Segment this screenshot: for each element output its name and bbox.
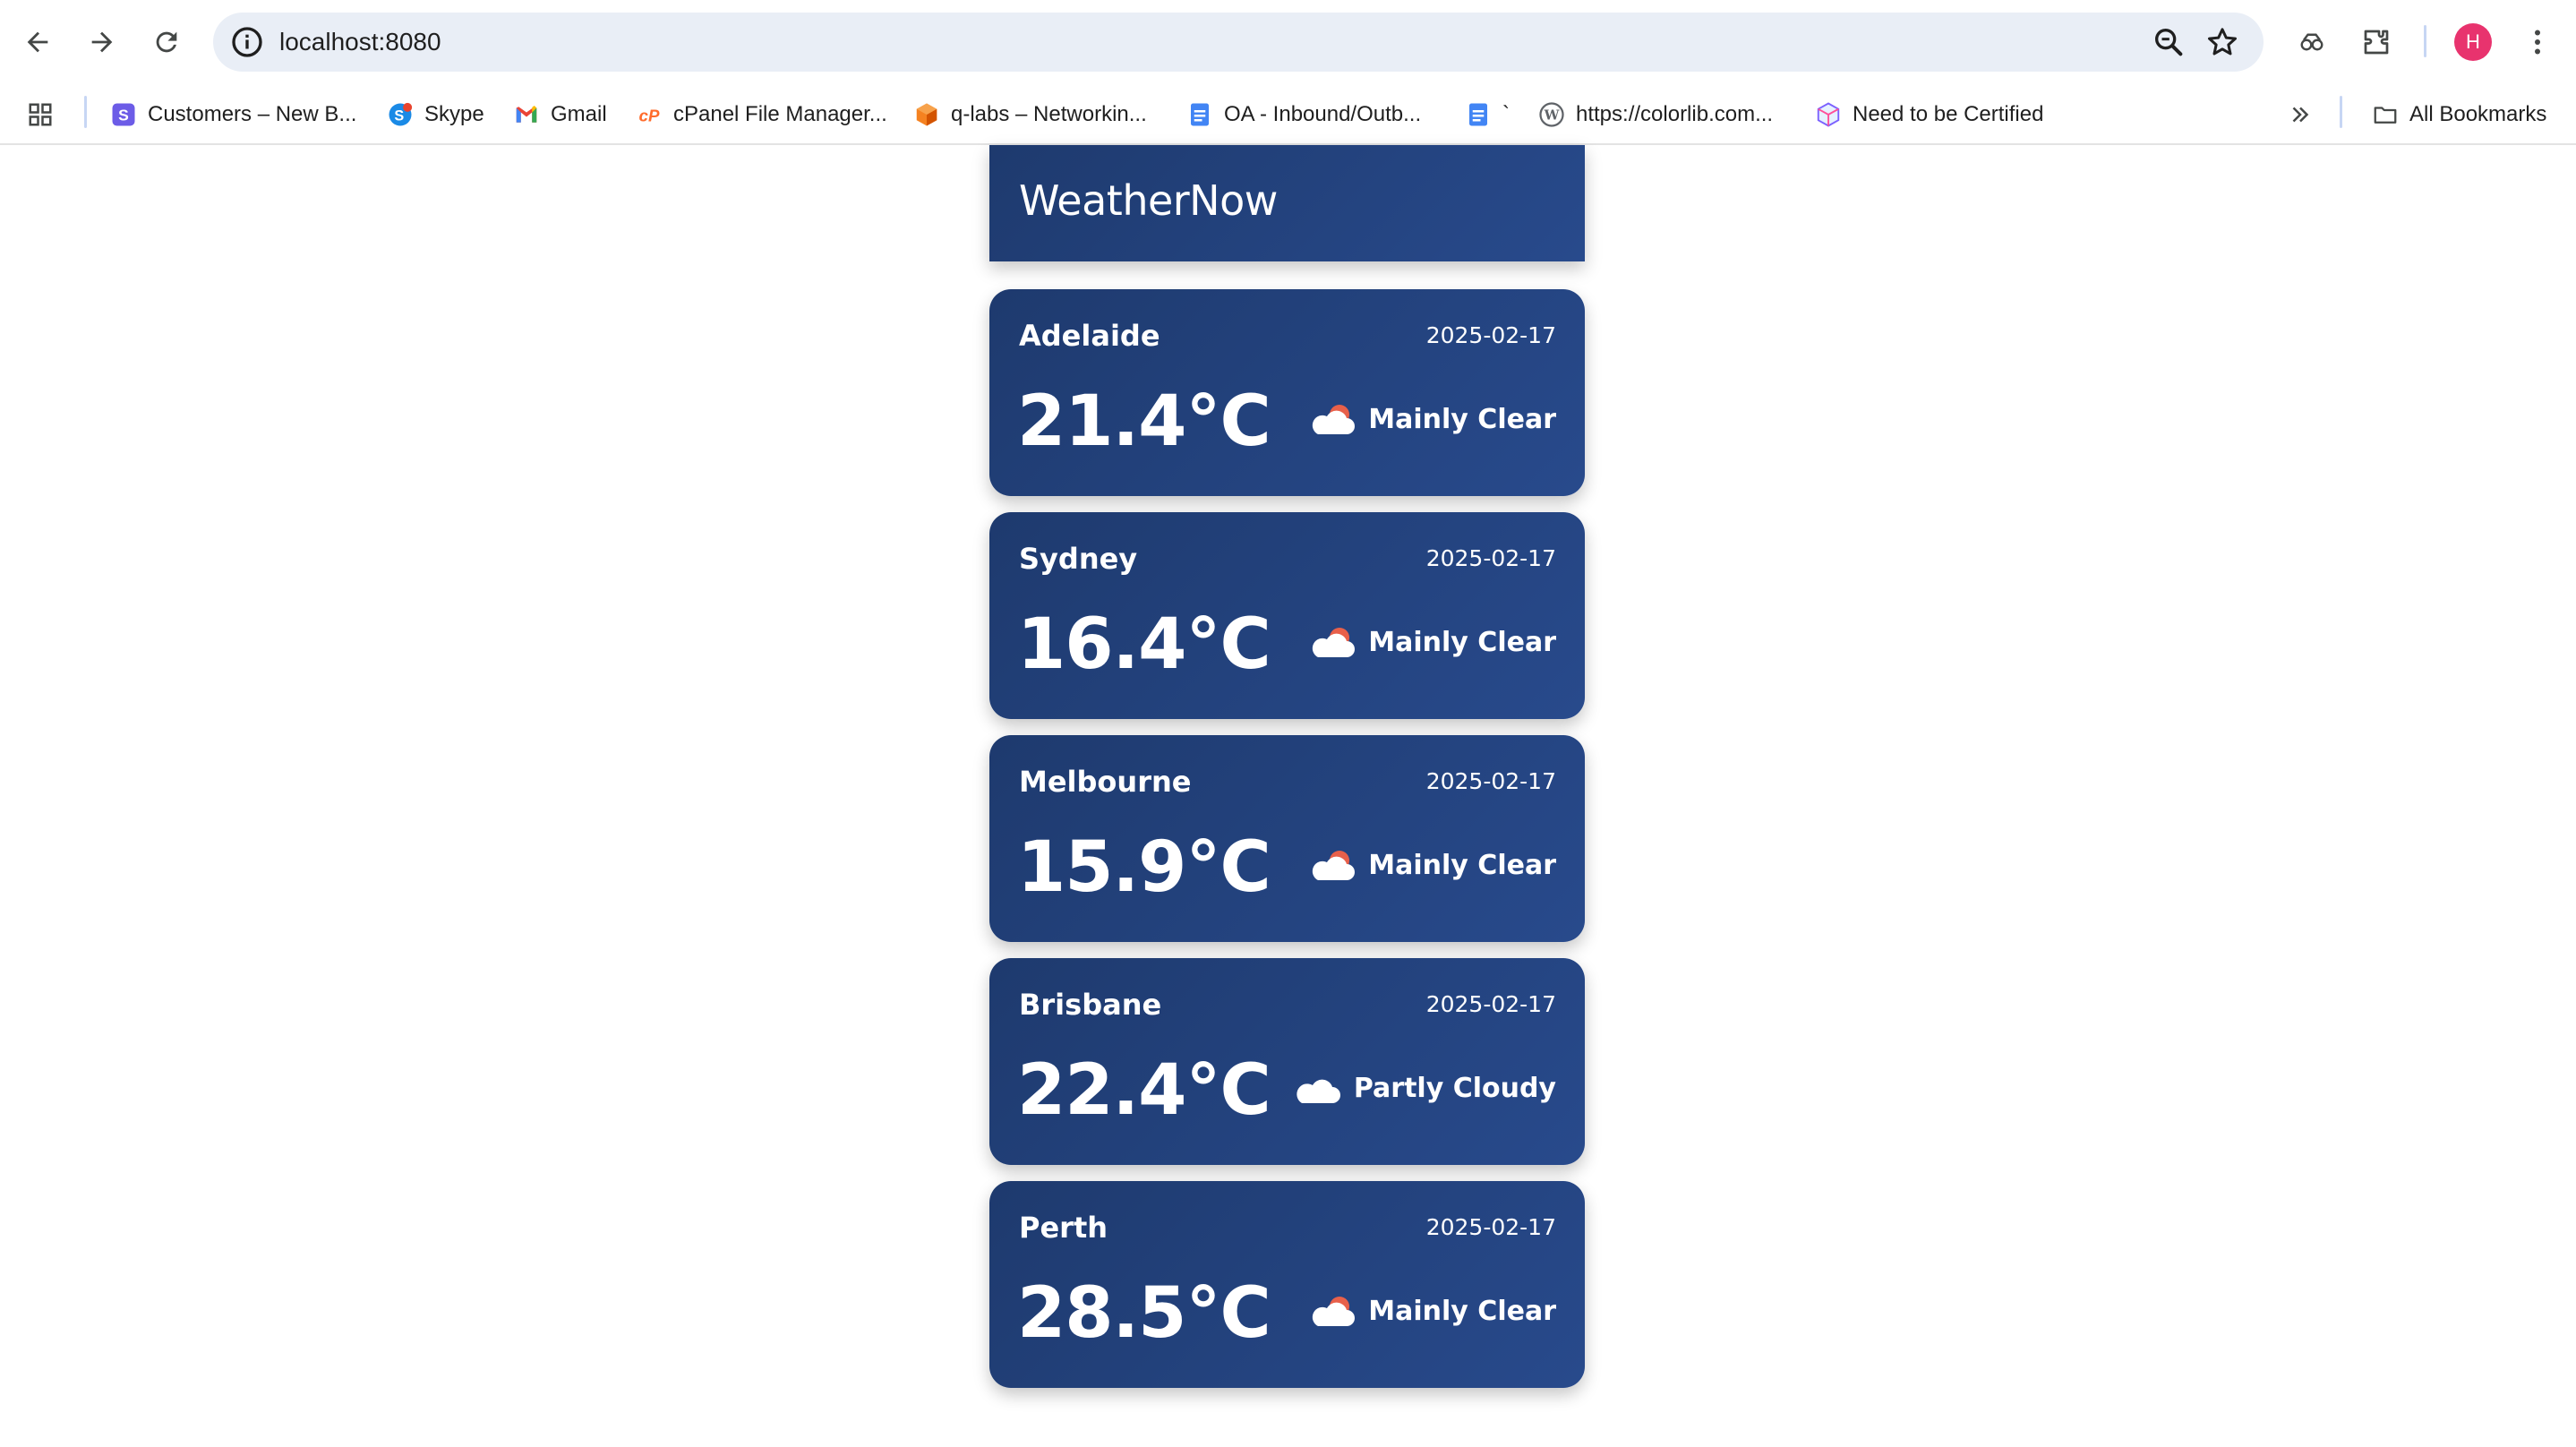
s-icon: S [112, 103, 135, 126]
condition-text: Partly Cloudy [1353, 1073, 1556, 1104]
cloud-sun-icon [1313, 405, 1356, 434]
temperature: 16.4°C [1017, 604, 1271, 685]
folder-icon [2374, 107, 2397, 124]
weather-card: Perth 2025-02-17 28.5°C Mainly Clear [989, 1181, 1585, 1388]
reload-button[interactable] [141, 17, 192, 67]
site-info-icon[interactable] [229, 24, 265, 60]
bookmark-customers[interactable]: S Customers – New B... [110, 95, 356, 134]
cloud-sun-icon [1313, 628, 1356, 657]
city-name: Perth [1019, 1211, 1108, 1245]
forecast-date: 2025-02-17 [1425, 768, 1556, 794]
weather-condition: Mainly Clear [1307, 621, 1556, 664]
arrow-left-icon [27, 31, 48, 53]
weather-card: Adelaide 2025-02-17 21.4°C Mainly Clear [989, 289, 1585, 496]
bookmark-colorlib[interactable]: W https://colorlib.com... [1538, 95, 1773, 134]
skype-icon: S [389, 102, 413, 126]
more-bookmarks-button[interactable] [2287, 95, 2314, 134]
city-name: Brisbane [1019, 988, 1162, 1022]
gmail-icon [516, 106, 537, 123]
bookmark-label: cPanel File Manager... [673, 102, 887, 126]
browser-toolbar: localhost:8080 H [0, 0, 2576, 84]
reload-icon [156, 31, 177, 53]
bookmark-label: https://colorlib.com... [1576, 102, 1774, 126]
bookmark-oa-inbound[interactable]: OA - Inbound/Outb... [1186, 95, 1421, 134]
svg-text:cP: cP [639, 107, 660, 125]
address-bar[interactable]: localhost:8080 [213, 13, 2264, 72]
box-icon [1817, 102, 1840, 127]
forward-button[interactable] [77, 17, 127, 67]
bookmark-label: Customers – New B... [148, 102, 357, 126]
zoom-icon[interactable] [2151, 24, 2187, 60]
bookmark-certified[interactable]: Need to be Certified [1815, 95, 2043, 134]
cpanel-icon: cP [639, 107, 660, 125]
puzzle-icon [2364, 30, 2389, 55]
all-bookmarks-button[interactable]: All Bookmarks [2372, 95, 2546, 134]
kebab-menu-icon [2535, 30, 2540, 55]
weather-condition: Partly Cloudy [1293, 1067, 1556, 1110]
app-header: WeatherNow [989, 145, 1585, 261]
temperature: 22.4°C [1017, 1050, 1271, 1131]
apps-grid-icon [29, 103, 52, 126]
cloud-icon [1297, 1079, 1340, 1103]
bookmark-label: Need to be Certified [1853, 102, 2044, 126]
svg-text:S: S [118, 106, 129, 124]
bookmark-label: Skype [424, 102, 484, 126]
cloud-sun-icon [1313, 851, 1356, 880]
svg-text:W: W [1544, 107, 1561, 124]
weather-card: Melbourne 2025-02-17 15.9°C Mainly Clear [989, 735, 1585, 942]
bookmarks-bar: S Customers – New B... S Skype Gmail cP … [0, 84, 2576, 145]
cloud-sun-icon [1313, 1297, 1356, 1326]
arrow-right-icon [91, 31, 113, 53]
bookmark-cpanel[interactable]: cP cPanel File Manager... [636, 95, 887, 134]
bookmark-label: ` [1502, 102, 1510, 126]
wordpress-icon: W [1539, 102, 1564, 127]
temperature: 15.9°C [1017, 827, 1271, 908]
weather-condition: Mainly Clear [1307, 398, 1556, 441]
extensions-button[interactable] [2356, 21, 2397, 63]
app-title: WeatherNow [1019, 176, 1278, 225]
cube-icon [916, 103, 937, 126]
city-name: Sydney [1019, 542, 1138, 576]
forecast-date: 2025-02-17 [1425, 322, 1556, 348]
temperature: 28.5°C [1017, 1273, 1271, 1354]
bookmarks-divider [2340, 96, 2342, 128]
bookmark-star-icon[interactable] [2204, 24, 2240, 60]
page-viewport: WeatherNow Adelaide 2025-02-17 21.4°C Ma… [0, 145, 2576, 1447]
weather-condition: Mainly Clear [1307, 844, 1556, 887]
bookmark-gmail[interactable]: Gmail [513, 95, 607, 134]
temperature: 21.4°C [1017, 381, 1271, 462]
menu-button[interactable] [2517, 21, 2558, 63]
condition-text: Mainly Clear [1368, 1296, 1556, 1327]
weather-card: Brisbane 2025-02-17 22.4°C Partly Cloudy [989, 958, 1585, 1165]
bookmark-skype[interactable]: S Skype [387, 95, 484, 134]
forecast-date: 2025-02-17 [1425, 545, 1556, 571]
toolbar-divider [2424, 25, 2426, 57]
apps-button[interactable] [27, 95, 54, 134]
tab-search-button[interactable] [2291, 21, 2332, 63]
svg-text:S: S [394, 107, 404, 124]
bookmark-label: OA - Inbound/Outb... [1224, 102, 1422, 126]
all-bookmarks-label: All Bookmarks [2409, 102, 2547, 126]
back-button[interactable] [13, 17, 63, 67]
bookmark-qlabs[interactable]: q-labs – Networkin... [913, 95, 1147, 134]
forecast-date: 2025-02-17 [1425, 991, 1556, 1017]
chevron-double-right-icon [2292, 107, 2309, 123]
condition-text: Mainly Clear [1368, 404, 1556, 435]
condition-text: Mainly Clear [1368, 627, 1556, 658]
docs-icon [1469, 103, 1487, 126]
performance-icon [2300, 33, 2324, 51]
weather-card: Sydney 2025-02-17 16.4°C Mainly Clear [989, 512, 1585, 719]
bookmark-doc[interactable]: ` [1465, 95, 1510, 134]
profile-avatar[interactable]: H [2454, 23, 2492, 61]
url-text[interactable]: localhost:8080 [279, 25, 441, 59]
docs-icon [1191, 103, 1209, 126]
forecast-date: 2025-02-17 [1425, 1214, 1556, 1240]
condition-text: Mainly Clear [1368, 850, 1556, 881]
weather-condition: Mainly Clear [1307, 1290, 1556, 1333]
city-name: Adelaide [1019, 319, 1160, 353]
city-name: Melbourne [1019, 765, 1192, 799]
bookmark-label: Gmail [551, 102, 607, 126]
bookmark-label: q-labs – Networkin... [951, 102, 1147, 126]
bookmarks-divider [84, 96, 87, 128]
